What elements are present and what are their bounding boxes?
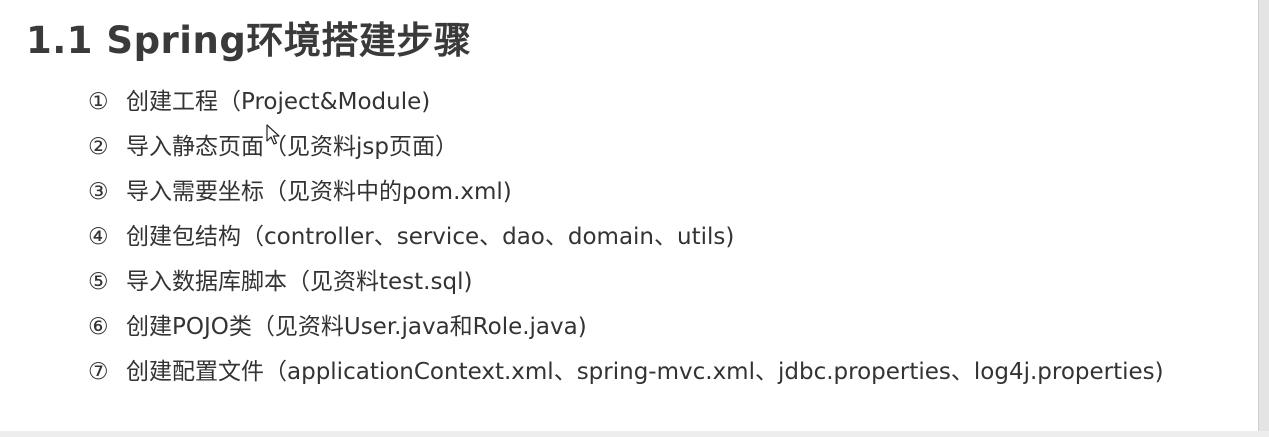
step-number: ⑤ [88, 269, 109, 295]
step-item-2: ② 导入静态页面（见资料jsp页面） [88, 129, 1164, 174]
right-edge-strip [1258, 0, 1269, 437]
step-text: 创建包结构（controller、service、dao、domain、util… [126, 224, 735, 250]
step-number: ⑦ [88, 359, 109, 385]
step-text: 创建工程（Project&Module) [126, 89, 431, 115]
step-text: 导入数据库脚本（见资料test.sql) [126, 269, 473, 295]
step-number: ⑥ [88, 314, 109, 340]
page-title: 1.1 Spring环境搭建步骤 [26, 19, 472, 62]
step-number: ④ [88, 224, 109, 250]
bottom-edge-strip [0, 431, 1269, 437]
step-item-3: ③ 导入需要坐标（见资料中的pom.xml) [88, 174, 1164, 219]
step-item-7: ⑦ 创建配置文件（applicationContext.xml、spring-m… [88, 354, 1164, 399]
step-text: 导入需要坐标（见资料中的pom.xml) [126, 179, 512, 205]
step-number: ① [88, 89, 109, 115]
mouse-pointer-icon [266, 124, 280, 145]
step-text: 创建配置文件（applicationContext.xml、spring-mvc… [126, 359, 1164, 385]
step-item-4: ④ 创建包结构（controller、service、dao、domain、ut… [88, 219, 1164, 264]
step-list: ① 创建工程（Project&Module) ② 导入静态页面（见资料jsp页面… [88, 84, 1164, 399]
step-item-6: ⑥ 创建POJO类（见资料User.java和Role.java) [88, 309, 1164, 354]
step-number: ② [88, 134, 109, 160]
step-item-5: ⑤ 导入数据库脚本（见资料test.sql) [88, 264, 1164, 309]
step-number: ③ [88, 179, 109, 205]
step-text: 创建POJO类（见资料User.java和Role.java) [126, 314, 587, 340]
step-text: 导入静态页面（见资料jsp页面） [126, 134, 458, 160]
step-item-1: ① 创建工程（Project&Module) [88, 84, 1164, 129]
